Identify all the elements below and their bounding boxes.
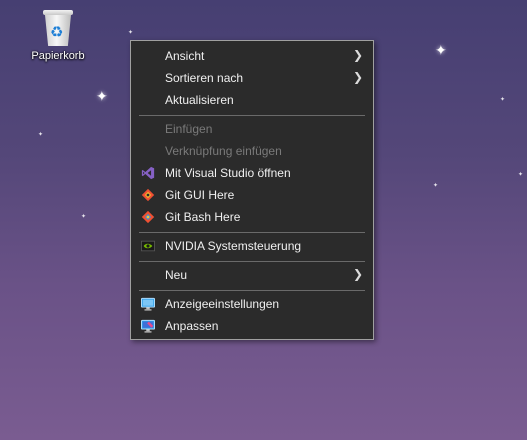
menu-item-label: Neu [165, 268, 188, 282]
menu-item-display-settings[interactable]: Anzeigeeinstellungen [131, 293, 373, 315]
menu-item-label: Git GUI Here [165, 188, 235, 202]
menu-item-sort-by[interactable]: Sortieren nach ❯ [131, 67, 373, 89]
menu-item-paste-shortcut: Verknüpfung einfügen [131, 140, 373, 162]
menu-item-label: NVIDIA Systemsteuerung [165, 239, 302, 253]
recycle-bin-icon: ♻ [43, 10, 73, 46]
star-decoration: ✦ [500, 96, 506, 103]
menu-separator [139, 115, 365, 116]
menu-item-git-bash-here[interactable]: Git Bash Here [131, 206, 373, 228]
menu-item-label: Einfügen [165, 122, 213, 136]
menu-item-new[interactable]: Neu ❯ [131, 264, 373, 286]
menu-item-open-with-visual-studio[interactable]: Mit Visual Studio öffnen [131, 162, 373, 184]
chevron-right-icon: ❯ [352, 267, 363, 281]
star-decoration: ✦ [435, 43, 447, 59]
menu-item-label: Sortieren nach [165, 71, 244, 85]
menu-separator [139, 261, 365, 262]
menu-item-label: Ansicht [165, 49, 205, 63]
menu-separator [139, 232, 365, 233]
menu-separator [139, 290, 365, 291]
star-decoration: ✦ [128, 29, 134, 36]
menu-item-refresh[interactable]: Aktualisieren [131, 89, 373, 111]
visual-studio-icon [141, 166, 155, 180]
menu-item-label: Git Bash Here [165, 210, 241, 224]
git-gui-icon [141, 188, 155, 202]
star-decoration: ✦ [81, 213, 87, 220]
menu-item-label: Anzeigeeinstellungen [165, 297, 280, 311]
recycle-bin-label: Papierkorb [31, 50, 85, 62]
star-decoration: ✦ [38, 131, 44, 138]
chevron-right-icon: ❯ [352, 48, 363, 62]
menu-item-label: Mit Visual Studio öffnen [165, 166, 291, 180]
nvidia-icon [141, 240, 155, 252]
menu-item-paste: Einfügen [131, 118, 373, 140]
recycle-bin-desktop-icon[interactable]: ♻ Papierkorb [24, 8, 92, 62]
menu-item-nvidia-control-panel[interactable]: NVIDIA Systemsteuerung [131, 235, 373, 257]
menu-item-git-gui-here[interactable]: Git GUI Here [131, 184, 373, 206]
display-settings-icon [141, 297, 155, 311]
star-decoration: ✦ [518, 171, 524, 178]
chevron-right-icon: ❯ [352, 70, 363, 84]
menu-item-label: Aktualisieren [165, 93, 234, 107]
menu-item-personalize[interactable]: Anpassen [131, 315, 373, 337]
menu-item-label: Verknüpfung einfügen [165, 144, 282, 158]
git-bash-icon [141, 210, 155, 224]
menu-item-label: Anpassen [165, 319, 219, 333]
star-decoration: ✦ [96, 89, 108, 105]
menu-item-view[interactable]: Ansicht ❯ [131, 45, 373, 67]
personalize-icon [141, 319, 155, 333]
desktop-context-menu: Ansicht ❯ Sortieren nach ❯ Aktualisieren… [130, 40, 374, 340]
star-decoration: ✦ [433, 182, 439, 189]
